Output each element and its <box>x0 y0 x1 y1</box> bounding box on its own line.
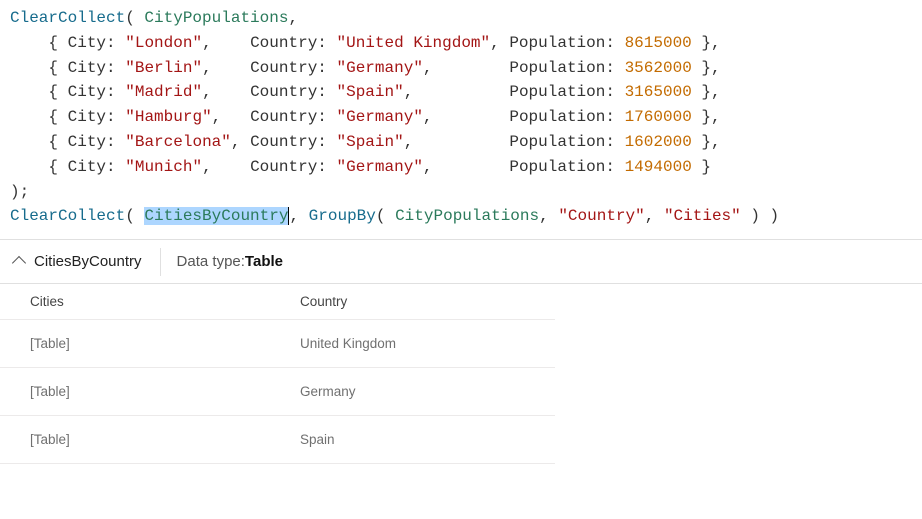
token-string: "Munich" <box>125 158 202 176</box>
token-field: City: <box>68 83 116 101</box>
token-brace: } <box>701 158 711 176</box>
token-brace: } <box>701 34 711 52</box>
token-field: Country: <box>250 133 327 151</box>
token-brace: { <box>48 158 58 176</box>
results-header: CitiesByCountry Data type: Table <box>0 240 922 284</box>
token-brace: { <box>48 108 58 126</box>
token-func: GroupBy <box>309 207 376 225</box>
formula-editor[interactable]: ClearCollect( CityPopulations, { City: "… <box>0 0 922 240</box>
token-brace: } <box>701 59 711 77</box>
token-string: "Spain" <box>337 83 404 101</box>
token-ident: CityPopulations <box>144 9 288 27</box>
token-field: Country: <box>250 59 327 77</box>
datatype-value: Table <box>245 253 283 270</box>
token-paren: ) <box>10 183 20 201</box>
chevron-up-icon[interactable] <box>12 256 26 270</box>
token-string: "Cities" <box>664 207 741 225</box>
token-number: 3562000 <box>625 59 692 77</box>
cell-country: Spain <box>300 432 555 447</box>
token-string: "Berlin" <box>125 59 202 77</box>
token-string: "London" <box>125 34 202 52</box>
token-string: "Barcelona" <box>125 133 231 151</box>
token-field: Population: <box>509 83 615 101</box>
cell-country: Germany <box>300 384 555 399</box>
token-string: "Spain" <box>337 133 404 151</box>
token-brace: { <box>48 133 58 151</box>
table-header-row: Cities Country <box>0 284 555 320</box>
token-field: Country: <box>250 158 327 176</box>
cell-cities[interactable]: [Table] <box>30 432 300 447</box>
token-ident-selected: CitiesByCountry <box>144 207 289 225</box>
table-row[interactable]: [Table] Spain <box>0 416 555 464</box>
token-field: Population: <box>509 133 615 151</box>
datatype-label: Data type: <box>177 253 245 270</box>
divider <box>160 248 161 276</box>
token-string: "Hamburg" <box>125 108 211 126</box>
results-title: CitiesByCountry <box>34 253 142 270</box>
token-brace: } <box>701 133 711 151</box>
token-field: City: <box>68 133 116 151</box>
token-punc: , <box>288 9 298 27</box>
token-punc: ( <box>125 9 144 27</box>
token-field: City: <box>68 108 116 126</box>
table-row[interactable]: [Table] Germany <box>0 368 555 416</box>
token-string: "Country" <box>558 207 644 225</box>
column-header-cities[interactable]: Cities <box>30 294 300 309</box>
cell-country: United Kingdom <box>300 336 555 351</box>
token-string: "Germany" <box>337 158 423 176</box>
token-field: Country: <box>250 34 327 52</box>
token-field: Population: <box>509 59 615 77</box>
token-field: Country: <box>250 83 327 101</box>
table-row[interactable]: [Table] United Kingdom <box>0 320 555 368</box>
cell-cities[interactable]: [Table] <box>30 384 300 399</box>
column-header-country[interactable]: Country <box>300 294 555 309</box>
token-brace: { <box>48 59 58 77</box>
token-string: "Madrid" <box>125 83 202 101</box>
token-brace: { <box>48 34 58 52</box>
token-number: 3165000 <box>625 83 692 101</box>
token-number: 1760000 <box>625 108 692 126</box>
token-number: 1494000 <box>625 158 692 176</box>
token-number: 1602000 <box>625 133 692 151</box>
token-field: Country: <box>250 108 327 126</box>
token-field: Population: <box>509 158 615 176</box>
token-brace: } <box>701 83 711 101</box>
results-table: Cities Country [Table] United Kingdom [T… <box>0 284 922 472</box>
token-field: Population: <box>509 34 615 52</box>
token-string: "United Kingdom" <box>337 34 491 52</box>
token-number: 8615000 <box>625 34 692 52</box>
token-brace: } <box>701 108 711 126</box>
cell-cities[interactable]: [Table] <box>30 336 300 351</box>
token-ident: CityPopulations <box>395 207 539 225</box>
token-func: ClearCollect <box>10 9 125 27</box>
token-field: Population: <box>509 108 615 126</box>
token-string: "Germany" <box>337 59 423 77</box>
token-field: City: <box>68 158 116 176</box>
token-field: City: <box>68 34 116 52</box>
token-string: "Germany" <box>337 108 423 126</box>
token-brace: { <box>48 83 58 101</box>
token-field: City: <box>68 59 116 77</box>
token-func: ClearCollect <box>10 207 125 225</box>
token-semicolon: ; <box>20 183 30 201</box>
